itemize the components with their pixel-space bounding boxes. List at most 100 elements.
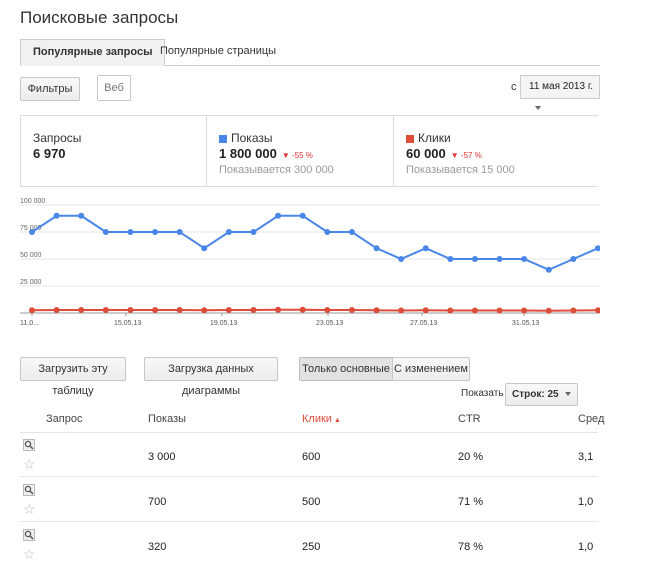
metric-impressions[interactable]: Показы 1 800 000 ▼ -55 % Показывается 300… (207, 116, 394, 186)
data-point[interactable] (102, 229, 109, 235)
data-point[interactable] (422, 307, 429, 314)
data-point[interactable] (496, 256, 503, 262)
magnifier-icon[interactable] (23, 439, 35, 451)
data-point[interactable] (471, 307, 478, 314)
col-header-avg[interactable]: Сред (578, 413, 604, 425)
data-point[interactable] (521, 307, 528, 314)
star-icon[interactable]: ☆ (23, 457, 36, 471)
tab-bar: Популярные запросы Популярные страницы (20, 39, 600, 66)
data-point[interactable] (521, 256, 528, 262)
data-point[interactable] (324, 306, 331, 313)
blue-square-icon (219, 135, 227, 143)
date-select[interactable]: 11 мая 2013 г. (520, 75, 600, 111)
data-point[interactable] (78, 306, 85, 313)
data-point[interactable] (201, 245, 208, 252)
metric-clicks[interactable]: Клики 60 000 ▼ -57 % Показывается 15 000 (394, 116, 599, 186)
data-point[interactable] (348, 306, 355, 313)
data-point[interactable] (299, 212, 306, 219)
web-filter-button[interactable]: Веб (97, 75, 131, 101)
data-point[interactable] (422, 245, 429, 252)
with-changes-button[interactable]: С изменением (392, 357, 470, 381)
data-point[interactable] (152, 229, 159, 235)
data-point[interactable] (250, 229, 257, 235)
metric-label: Запросы (33, 131, 82, 145)
col-header-impressions[interactable]: Показы (148, 413, 186, 425)
data-point[interactable] (299, 306, 306, 313)
y-tick-label: 50 000 (20, 252, 42, 259)
col-header-clicks[interactable]: Клики ▲ (302, 413, 341, 425)
metric-sub: Показывается 300 000 (219, 164, 334, 176)
data-point[interactable] (53, 212, 60, 219)
line-chart: 100 00075 00050 00025 00011.0... 15.05.13… (20, 198, 600, 327)
data-point[interactable] (275, 306, 282, 313)
data-point[interactable] (102, 306, 109, 313)
cell-clicks: 250 (302, 541, 321, 553)
metrics-panel: Запросы 6 970 Показы 1 800 000 ▼ -55 % По… (20, 115, 598, 187)
cell-ctr: 78 % (458, 541, 484, 553)
cell-avg: 3,1 (578, 451, 594, 463)
cell-clicks: 500 (302, 496, 321, 508)
col-header-ctr[interactable]: CTR (458, 413, 481, 425)
data-point[interactable] (373, 307, 380, 314)
cell-ctr: 71 % (458, 496, 484, 508)
change-badge: ▼ -55 % (281, 151, 313, 160)
magnifier-icon[interactable] (23, 529, 35, 541)
data-point[interactable] (595, 245, 600, 252)
change-badge: ▼ -57 % (450, 151, 482, 160)
metric-queries[interactable]: Запросы 6 970 (21, 116, 207, 186)
cell-impressions: 700 (148, 496, 167, 508)
y-tick-label: 100 000 (20, 198, 45, 205)
filters-button[interactable]: Фильтры (20, 77, 80, 101)
tab-popular-pages[interactable]: Популярные страницы (148, 39, 288, 64)
data-point[interactable] (225, 229, 232, 235)
data-point[interactable] (398, 256, 405, 262)
data-point[interactable] (78, 212, 85, 219)
data-point[interactable] (373, 245, 380, 252)
date-prefix: с (511, 81, 517, 93)
download-table-button[interactable]: Загрузить эту таблицу (20, 357, 126, 397)
col-header-query[interactable]: Запрос (46, 413, 82, 425)
data-point[interactable] (471, 256, 478, 262)
series-line (31, 214, 599, 271)
data-point[interactable] (176, 229, 183, 235)
star-icon[interactable]: ☆ (23, 547, 36, 561)
download-chart-data-button[interactable]: Загрузка данных диаграммы (144, 357, 278, 397)
metric-value: 6 970 (33, 146, 66, 161)
data-point[interactable] (570, 256, 577, 262)
star-icon[interactable]: ☆ (23, 502, 36, 516)
y-tick-label: 25 000 (20, 279, 42, 286)
cell-impressions: 320 (148, 541, 167, 553)
data-point[interactable] (250, 306, 257, 313)
data-point[interactable] (29, 307, 35, 314)
data-point[interactable] (324, 229, 331, 235)
data-point[interactable] (447, 307, 454, 314)
data-point[interactable] (348, 229, 355, 235)
cell-ctr: 20 % (458, 451, 484, 463)
only-main-button[interactable]: Только основные (299, 357, 393, 381)
data-point[interactable] (570, 307, 577, 314)
data-point[interactable] (595, 307, 600, 314)
tab-popular-queries[interactable]: Популярные запросы (20, 39, 166, 66)
data-point[interactable] (545, 266, 552, 273)
data-point[interactable] (29, 229, 35, 235)
data-point[interactable] (176, 306, 183, 313)
data-point[interactable] (127, 229, 134, 235)
page-title: Поисковые запросы (20, 8, 179, 27)
data-point[interactable] (127, 306, 134, 313)
rows-select[interactable]: Строк: 25 (505, 383, 578, 406)
chevron-down-icon (535, 106, 541, 111)
metric-sub: Показывается 15 000 (406, 164, 515, 176)
data-point[interactable] (225, 306, 232, 313)
data-point[interactable] (398, 307, 405, 314)
x-tick-label: 23.05.13 (316, 320, 343, 327)
cell-avg: 1,0 (578, 496, 594, 508)
magnifier-icon[interactable] (23, 484, 35, 496)
data-point[interactable] (201, 307, 208, 314)
data-point[interactable] (275, 212, 282, 219)
data-point[interactable] (545, 307, 552, 314)
divider (20, 476, 598, 477)
data-point[interactable] (447, 256, 454, 262)
data-point[interactable] (53, 306, 60, 313)
data-point[interactable] (152, 306, 159, 313)
data-point[interactable] (496, 307, 503, 314)
